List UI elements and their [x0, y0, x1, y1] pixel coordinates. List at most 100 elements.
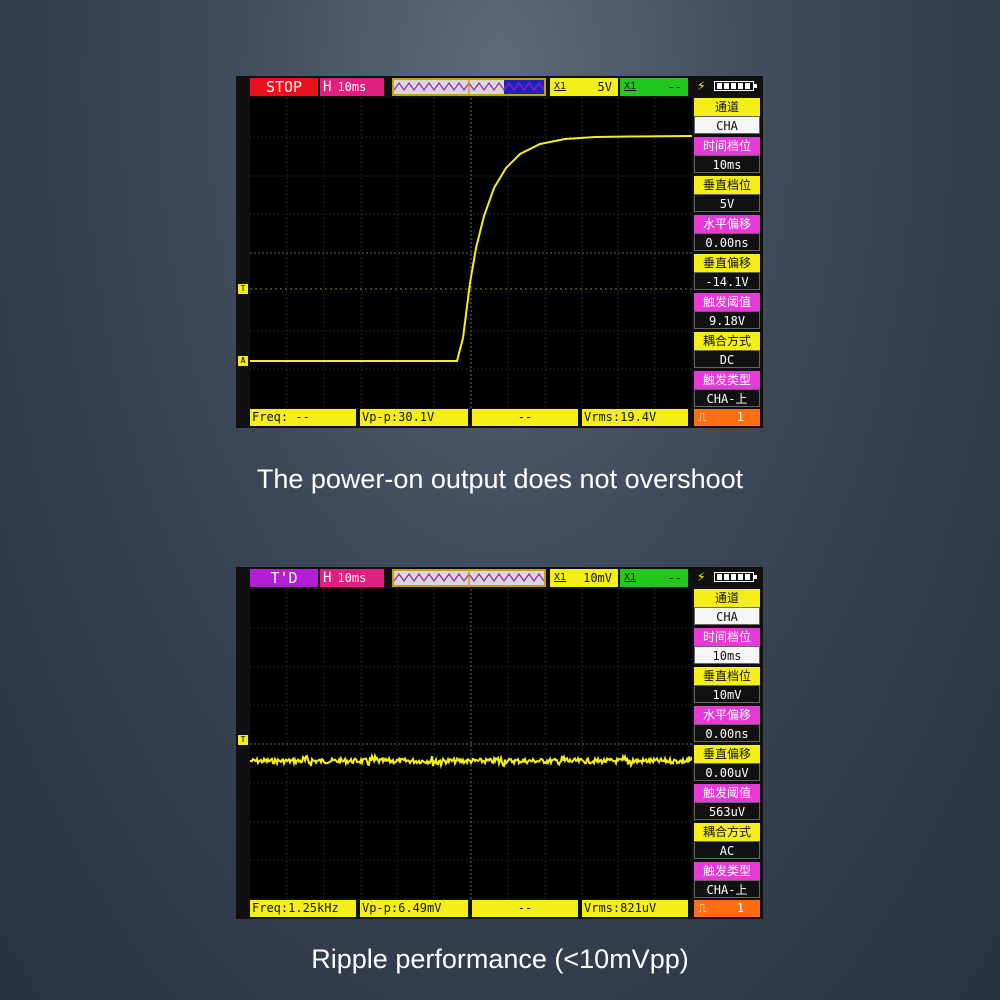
aux-readout: --: [472, 900, 578, 917]
trigger-level-marker[interactable]: T: [238, 284, 248, 294]
setting-channel[interactable]: 通道 CHA: [694, 98, 760, 134]
setting-label: 垂直偏移: [694, 254, 760, 272]
scope-top-bar: T'D H 10ms X1 10mV X1 --: [250, 569, 690, 587]
setting-label: 触发类型: [694, 371, 760, 389]
setting-label: 时间档位: [694, 137, 760, 155]
channel-a-scale[interactable]: X1 5V: [550, 78, 618, 96]
oscilloscope-screen-poweron: STOP H 10ms X1 5V X1 -- ⚡ T A 通道 CHA 时间档位 10m…: [236, 76, 763, 428]
setting-label: 垂直偏移: [694, 745, 760, 763]
setting-value: 10ms: [694, 155, 760, 173]
setting-value: CHA-上: [694, 880, 760, 898]
setting-value: CHA: [694, 116, 760, 134]
probe-x1-label: X1: [554, 81, 567, 92]
timebase-indicator[interactable]: H 10ms: [320, 78, 384, 96]
frequency-readout: Freq: --: [250, 409, 356, 426]
run-mode-value: 1: [736, 901, 744, 915]
setting-value: CHA: [694, 607, 760, 625]
pulse-wave-icon: ⎍: [698, 410, 707, 424]
settings-side-panel: 通道 CHA 时间档位 10ms 垂直档位 5V 水平偏移 0.00ns 垂直偏移 -14…: [694, 98, 760, 410]
overview-wave-icon: [394, 80, 544, 94]
setting-value: AC: [694, 841, 760, 859]
setting-label: 耦合方式: [694, 332, 760, 350]
probe-x1-label: X1: [624, 572, 637, 583]
trigger-level-marker[interactable]: T: [238, 735, 248, 745]
vrms-readout: Vrms:821uV: [582, 900, 688, 917]
setting-vertical-scale[interactable]: 垂直档位 5V: [694, 176, 760, 212]
oscilloscope-screen-ripple: T'D H 10ms X1 10mV X1 -- ⚡ T 通道 CHA 时间档位 10ms…: [236, 567, 763, 919]
channel-a-volts: 10mV: [583, 571, 612, 585]
channel-b-volts: --: [667, 571, 682, 585]
setting-vertical-offset[interactable]: 垂直偏移 -14.1V: [694, 254, 760, 290]
setting-label: 触发阈值: [694, 293, 760, 311]
run-mode-button[interactable]: ⎍ 1: [694, 409, 760, 426]
channel-a-scale[interactable]: X1 10mV: [550, 569, 618, 587]
setting-coupling[interactable]: 耦合方式 DC: [694, 332, 760, 368]
setting-horizontal-offset[interactable]: 水平偏移 0.00ns: [694, 706, 760, 742]
waveform-plot-area[interactable]: T: [238, 589, 692, 899]
setting-value: 10mV: [694, 685, 760, 703]
trigger-edge-icon: ⚡: [697, 78, 706, 94]
run-status-indicator[interactable]: T'D: [250, 569, 318, 587]
caption-poweron: The power-on output does not overshoot: [256, 464, 744, 494]
run-mode-value: 1: [736, 410, 744, 424]
channel-a-ground-marker[interactable]: A: [238, 356, 248, 366]
waveform-display: [250, 589, 692, 899]
run-mode-button[interactable]: ⎍ 1: [694, 900, 760, 917]
vrms-readout: Vrms:19.4V: [582, 409, 688, 426]
setting-channel[interactable]: 通道 CHA: [694, 589, 760, 625]
setting-value: 563uV: [694, 802, 760, 820]
channel-b-scale[interactable]: X1 --: [620, 569, 688, 587]
setting-label: 垂直档位: [694, 176, 760, 194]
waveform-overview-strip[interactable]: [392, 78, 546, 96]
run-status-indicator[interactable]: STOP: [250, 78, 318, 96]
frequency-readout: Freq:1.25kHz: [250, 900, 356, 917]
pulse-wave-icon: ⎍: [698, 901, 707, 915]
channel-b-scale[interactable]: X1 --: [620, 78, 688, 96]
scope-top-bar: STOP H 10ms X1 5V X1 --: [250, 78, 690, 96]
setting-label: 时间档位: [694, 628, 760, 646]
setting-label: 触发阈值: [694, 784, 760, 802]
setting-label: 水平偏移: [694, 215, 760, 233]
setting-value: 5V: [694, 194, 760, 212]
setting-value: 0.00uV: [694, 763, 760, 781]
setting-vertical-scale[interactable]: 垂直档位 10mV: [694, 667, 760, 703]
waveform-overview-strip[interactable]: [392, 569, 546, 587]
setting-value: DC: [694, 350, 760, 368]
setting-label: 垂直档位: [694, 667, 760, 685]
setting-value: 10ms: [694, 646, 760, 664]
measurement-bar: Freq: -- Vp-p:30.1V -- Vrms:19.4V ⎍ 1: [250, 408, 762, 426]
probe-x1-label: X1: [554, 572, 567, 583]
setting-coupling[interactable]: 耦合方式 AC: [694, 823, 760, 859]
setting-label: 触发类型: [694, 862, 760, 880]
battery-icon: [714, 572, 757, 582]
waveform-display: [250, 98, 692, 408]
setting-value: CHA-上: [694, 389, 760, 407]
setting-label: 通道: [694, 589, 760, 607]
settings-side-panel: 通道 CHA 时间档位 10ms 垂直档位 10mV 水平偏移 0.00ns 垂直偏移 0…: [694, 589, 760, 901]
setting-trigger-threshold[interactable]: 触发阈值 563uV: [694, 784, 760, 820]
setting-value: -14.1V: [694, 272, 760, 290]
caption-ripple: Ripple performance (<10mVpp): [311, 944, 689, 974]
setting-trigger-threshold[interactable]: 触发阈值 9.18V: [694, 293, 760, 329]
setting-trigger-type[interactable]: 触发类型 CHA-上: [694, 862, 760, 898]
setting-label: 通道: [694, 98, 760, 116]
setting-timebase[interactable]: 时间档位 10ms: [694, 137, 760, 173]
setting-vertical-offset[interactable]: 垂直偏移 0.00uV: [694, 745, 760, 781]
vpp-readout: Vp-p:30.1V: [360, 409, 468, 426]
waveform-plot-area[interactable]: T A: [238, 98, 692, 408]
timebase-label: H: [323, 79, 332, 95]
overview-wave-icon: [394, 571, 544, 585]
setting-value: 0.00ns: [694, 724, 760, 742]
timebase-indicator[interactable]: H 10ms: [320, 569, 384, 587]
probe-x1-label: X1: [624, 81, 637, 92]
setting-label: 水平偏移: [694, 706, 760, 724]
setting-value: 0.00ns: [694, 233, 760, 251]
setting-trigger-type[interactable]: 触发类型 CHA-上: [694, 371, 760, 407]
setting-horizontal-offset[interactable]: 水平偏移 0.00ns: [694, 215, 760, 251]
setting-timebase[interactable]: 时间档位 10ms: [694, 628, 760, 664]
timebase-value: 10ms: [337, 571, 367, 585]
setting-label: 耦合方式: [694, 823, 760, 841]
aux-readout: --: [472, 409, 578, 426]
timebase-label: H: [323, 570, 332, 586]
channel-b-volts: --: [667, 80, 682, 94]
